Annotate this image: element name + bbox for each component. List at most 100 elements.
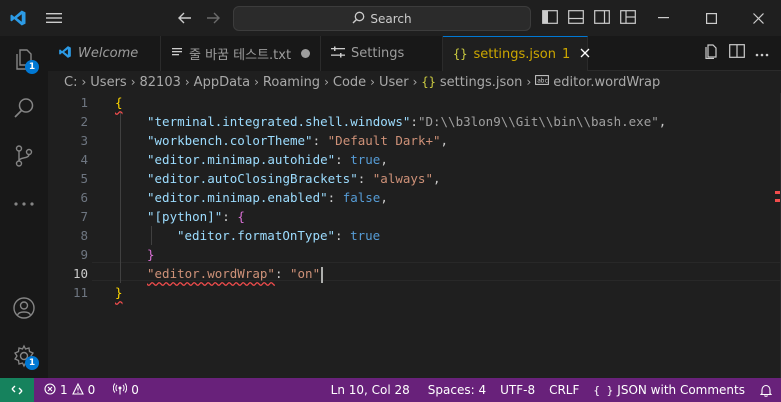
json-icon: {} — [421, 75, 436, 89]
broadcast-icon — [113, 382, 128, 398]
settings-icon — [331, 46, 345, 62]
code-line: } — [115, 285, 123, 300]
breadcrumb-item[interactable]: Users — [90, 75, 126, 90]
chevron-right-icon: › — [526, 75, 532, 89]
language-mode[interactable]: { } JSON with Comments — [587, 378, 751, 402]
tab-text-file[interactable]: 줄 바꿈 테스트.txt — [161, 36, 321, 71]
code-line: "editor.formatOnType": true — [177, 228, 381, 243]
encoding-label: UTF-8 — [500, 383, 536, 397]
vscode-logo-icon[interactable] — [0, 0, 36, 36]
breadcrumb-item[interactable]: settings.json — [440, 75, 523, 90]
ports-indicator[interactable]: 0 — [107, 378, 145, 402]
tab-welcome[interactable]: Welcome — [48, 36, 161, 71]
status-right-group: Ln 10, Col 28 Spaces: 4 UTF-8 CRLF { } J… — [325, 378, 781, 402]
maximize-icon[interactable] — [688, 0, 734, 36]
indent-guide — [151, 226, 152, 245]
string-symbol-icon: abc — [535, 74, 550, 90]
chevron-right-icon: › — [370, 75, 375, 89]
explorer-icon[interactable]: 1 — [0, 36, 48, 84]
unsaved-dot-icon[interactable] — [301, 49, 310, 58]
breadcrumb-item[interactable]: AppData — [194, 75, 250, 90]
split-editor-icon[interactable] — [729, 44, 745, 62]
text-file-icon — [171, 46, 183, 62]
manage-gear-icon[interactable]: 1 — [0, 332, 48, 380]
chevron-right-icon: › — [130, 75, 136, 89]
title-bar: Search — [0, 0, 781, 36]
json-icon: {} — [453, 47, 468, 61]
toggle-panel-icon[interactable] — [568, 8, 584, 26]
warning-icon — [71, 382, 84, 398]
code-line: "editor.autoClosingBrackets": "always", — [147, 171, 441, 186]
breadcrumb-item[interactable]: Code — [333, 75, 366, 90]
minimize-icon[interactable] — [640, 0, 686, 36]
chevron-right-icon: › — [184, 75, 190, 89]
search-icon — [352, 11, 365, 27]
warning-count: 0 — [87, 383, 96, 397]
accounts-icon[interactable] — [0, 284, 48, 332]
close-tab-icon[interactable] — [580, 47, 590, 62]
remote-indicator-icon[interactable] — [0, 378, 34, 402]
more-icon[interactable] — [0, 180, 48, 228]
code-line: "workbench.colorTheme": "Default Dark+", — [147, 133, 449, 148]
chevron-right-icon: › — [324, 75, 329, 89]
text-cursor — [321, 266, 324, 283]
source-control-icon[interactable] — [0, 132, 48, 180]
line-number: 7 — [80, 209, 88, 224]
close-icon[interactable] — [735, 0, 781, 36]
forward-arrow-icon[interactable] — [203, 8, 223, 28]
line-number: 5 — [80, 171, 88, 186]
open-settings-ui-icon[interactable] — [703, 43, 719, 63]
language-label: JSON with Comments — [617, 383, 745, 397]
hamburger-menu-icon[interactable] — [36, 0, 72, 36]
notifications-bell-icon[interactable] — [751, 378, 781, 402]
line-number: 6 — [80, 190, 88, 205]
manage-badge: 1 — [25, 356, 39, 370]
breadcrumb-item[interactable]: Roaming — [263, 75, 320, 90]
error-icon — [44, 382, 56, 398]
problems-indicator[interactable]: 1 0 — [38, 378, 101, 402]
status-bar: 1 0 0 Ln 10, Col 28 Spaces: 4 UTF-8 CRLF… — [0, 378, 781, 402]
search-icon[interactable] — [0, 84, 48, 132]
eol-label: CRLF — [549, 383, 580, 397]
indent-guide — [120, 112, 121, 283]
editor-tabs: Welcome 줄 바꿈 테스트.txt Settings {} setting… — [48, 36, 781, 71]
code-line-active: "editor.wordWrap": "on" — [147, 264, 324, 283]
back-arrow-icon[interactable] — [175, 8, 195, 28]
line-number: 9 — [80, 247, 88, 262]
breadcrumb-item[interactable]: C: — [64, 75, 77, 90]
cursor-position[interactable]: Ln 10, Col 28 — [325, 378, 416, 402]
tab-settings[interactable]: Settings — [321, 36, 443, 71]
breadcrumb-item[interactable]: editor.wordWrap — [553, 75, 660, 90]
tab-settings-json[interactable]: {} settings.json 1 — [443, 36, 590, 71]
line-number: 4 — [80, 152, 88, 167]
problem-count: 1 — [562, 46, 571, 62]
toggle-secondary-sidebar-icon[interactable] — [594, 8, 610, 26]
customize-layout-icon[interactable] — [620, 8, 636, 26]
tab-label: Settings — [351, 46, 405, 61]
code-editor[interactable]: 1 2 3 4 5 6 7 8 9 10 11 { "terminal.inte… — [48, 93, 781, 378]
tab-label: 줄 바꿈 테스트.txt — [189, 48, 292, 63]
toggle-primary-sidebar-icon[interactable] — [542, 8, 558, 26]
svg-text:abc: abc — [537, 78, 548, 85]
code-line: { — [115, 95, 123, 110]
chevron-right-icon: › — [412, 75, 418, 89]
encoding-status[interactable]: UTF-8 — [494, 378, 541, 402]
line-number: 11 — [72, 285, 88, 300]
breadcrumb-item[interactable]: 82103 — [140, 75, 181, 90]
code-line: "terminal.integrated.shell.windows":"D:\… — [147, 114, 667, 129]
eol-status[interactable]: CRLF — [543, 378, 585, 402]
code-line: "editor.minimap.autohide": true, — [147, 152, 388, 167]
line-number: 3 — [80, 133, 88, 148]
error-count: 1 — [60, 383, 68, 397]
line-number: 2 — [80, 114, 88, 129]
line-number: 1 — [80, 95, 88, 110]
activity-bar: 1 1 — [0, 36, 48, 378]
breadcrumb-item[interactable]: User — [379, 75, 409, 90]
indentation-status[interactable]: Spaces: 4 — [422, 378, 492, 402]
command-center-search[interactable]: Search — [233, 6, 531, 31]
more-actions-icon[interactable] — [755, 46, 769, 61]
indentation-label: Spaces: 4 — [427, 383, 487, 397]
chevron-right-icon: › — [254, 75, 259, 89]
explorer-badge: 1 — [25, 60, 39, 74]
line-number: 8 — [80, 228, 88, 243]
